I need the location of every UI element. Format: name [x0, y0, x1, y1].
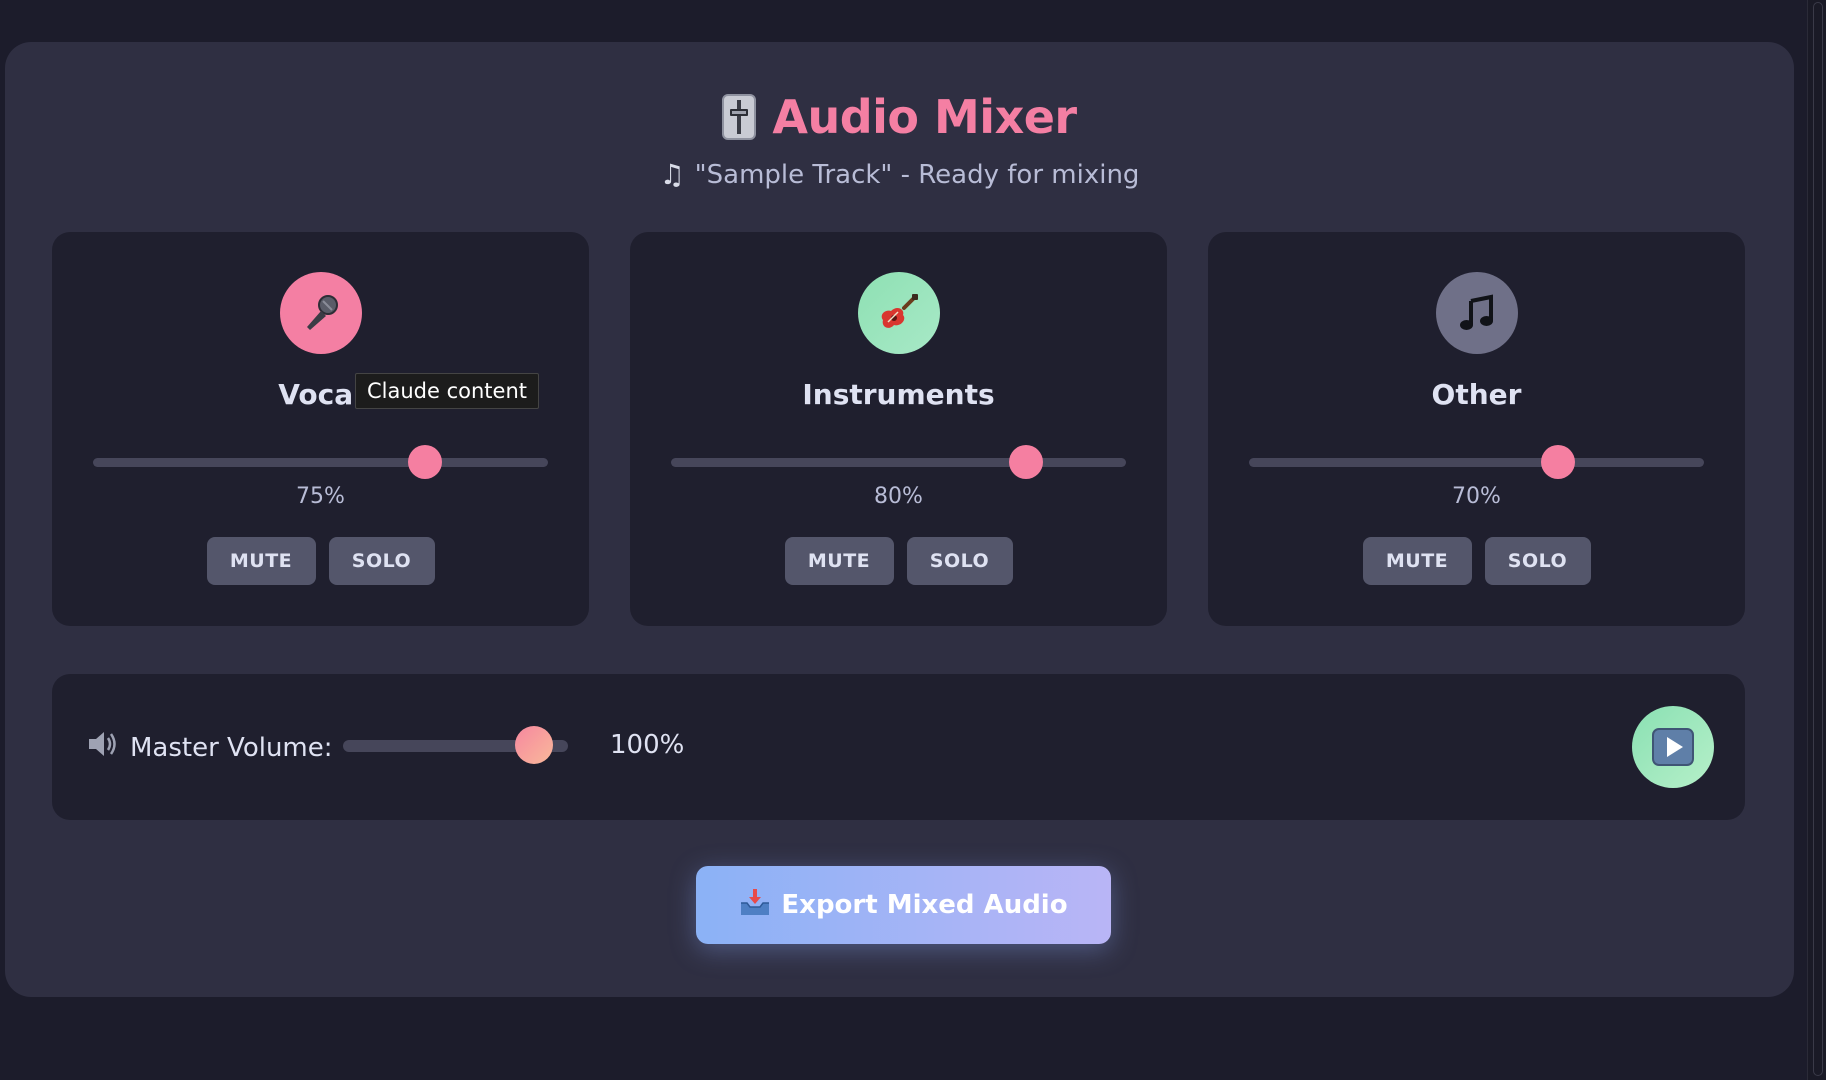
play-icon [1652, 728, 1694, 766]
volume-slider[interactable] [671, 445, 1126, 479]
volume-slider[interactable] [93, 445, 548, 479]
mute-button[interactable]: MUTE [206, 537, 316, 585]
guitar-icon [857, 272, 940, 354]
slider-thumb[interactable] [408, 445, 443, 479]
export-label: Export Mixed Audio [781, 890, 1068, 920]
music-note-icon [1435, 272, 1518, 354]
volume-value: 75% [296, 484, 345, 509]
page-title: Audio Mixer [722, 90, 1077, 144]
play-button[interactable] [1632, 706, 1714, 788]
channel-other: Other 70% MUTE SOLO [1208, 232, 1745, 626]
channel-name: Other [1431, 378, 1522, 411]
master-label-text: Master Volume: [130, 732, 333, 763]
music-notes-icon: ♫ [659, 158, 685, 191]
title-text: Audio Mixer [772, 90, 1077, 144]
tooltip: Claude content [355, 373, 540, 409]
speaker-icon [86, 728, 120, 767]
mixer-panel: Audio Mixer ♫ "Sample Track" - Ready for… [5, 42, 1794, 997]
master-slider-thumb[interactable] [515, 726, 554, 764]
channel-strips: Vocal 75% MUTE SOLO Claude content Instr… [52, 232, 1745, 626]
subtitle: ♫ "Sample Track" - Ready for mixing [660, 158, 1140, 191]
export-button[interactable]: Export Mixed Audio [696, 866, 1111, 944]
channel-vocal: Vocal 75% MUTE SOLO Claude content [52, 232, 589, 626]
master-volume-slider[interactable] [343, 726, 568, 764]
header: Audio Mixer ♫ "Sample Track" - Ready for… [5, 90, 1794, 191]
volume-value: 80% [874, 484, 923, 509]
channel-instruments: Instruments 80% MUTE SOLO [630, 232, 1167, 626]
channel-name: Instruments [802, 378, 995, 411]
volume-slider[interactable] [1249, 445, 1704, 479]
subtitle-text: "Sample Track" - Ready for mixing [694, 159, 1140, 190]
scrollbar-thumb[interactable] [1813, 2, 1823, 1076]
slider-thumb[interactable] [1541, 445, 1576, 479]
master-volume-value: 100% [610, 730, 685, 760]
mute-button[interactable]: MUTE [784, 537, 894, 585]
fader-icon [722, 94, 757, 140]
inbox-tray-icon [739, 887, 771, 924]
master-section: Master Volume: 100% [52, 674, 1745, 820]
solo-button[interactable]: SOLO [1484, 537, 1591, 585]
scrollbar[interactable] [1807, 0, 1826, 1080]
mute-button[interactable]: MUTE [1362, 537, 1472, 585]
master-label: Master Volume: [86, 728, 333, 767]
slider-thumb[interactable] [1008, 445, 1043, 479]
solo-button[interactable]: SOLO [328, 537, 435, 585]
microphone-icon [279, 272, 362, 354]
volume-value: 70% [1452, 484, 1501, 509]
solo-button[interactable]: SOLO [906, 537, 1013, 585]
